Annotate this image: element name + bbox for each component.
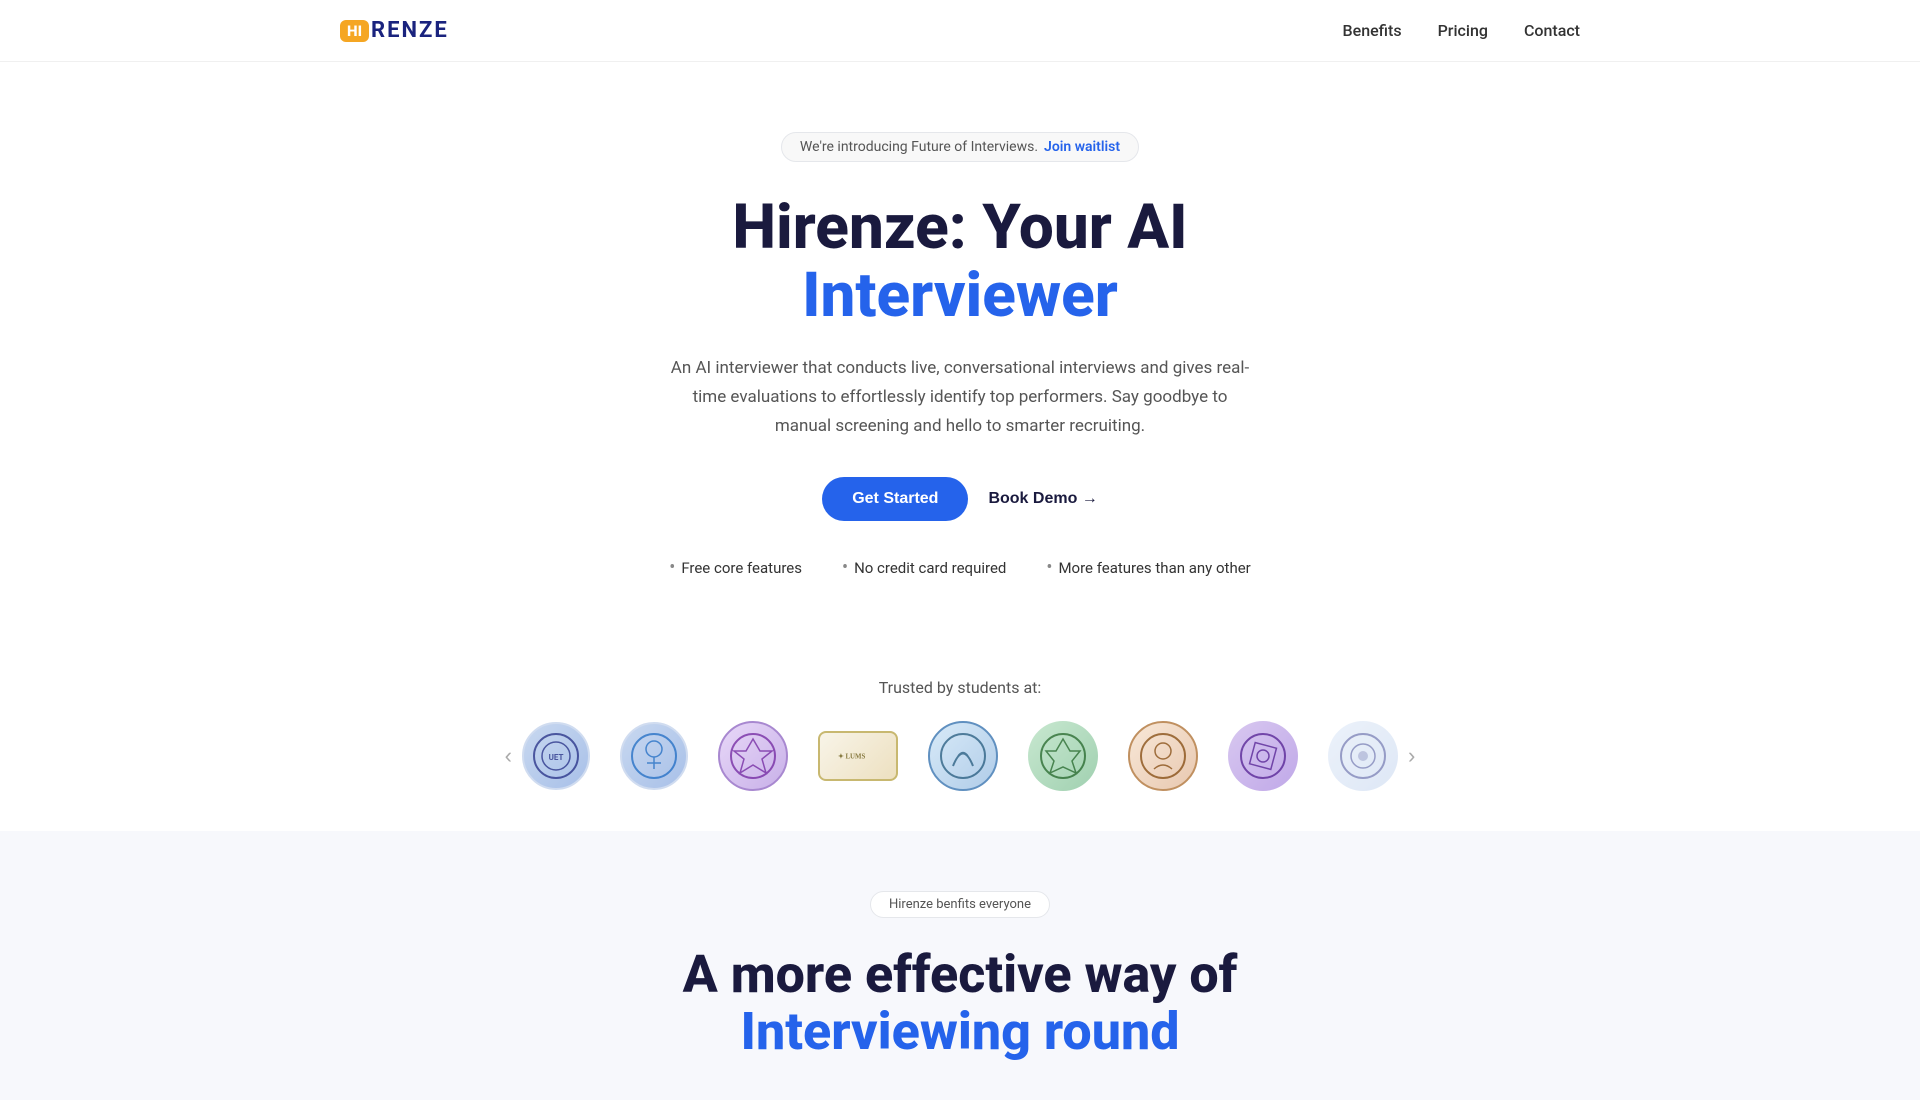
university-logo-5 xyxy=(1028,721,1098,791)
feature-more-features-text: More features than any other xyxy=(1058,559,1250,577)
navbar: HI RENZE Benefits Pricing Contact xyxy=(0,0,1920,62)
bullet-3: • xyxy=(1046,557,1052,578)
logo-renze: RENZE xyxy=(371,18,449,43)
bullet-2: • xyxy=(842,557,848,578)
hero-subtitle: An AI interviewer that conducts live, co… xyxy=(670,354,1250,441)
hero-section: We're introducing Future of Interviews. … xyxy=(0,62,1920,678)
book-demo-button[interactable]: Book Demo → xyxy=(988,490,1097,508)
nav-links: Benefits Pricing Contact xyxy=(1343,21,1580,40)
uni-emblem-6 xyxy=(1138,731,1188,781)
university-logo-0: UET xyxy=(522,722,590,790)
university-logo-2 xyxy=(718,721,788,791)
get-started-button[interactable]: Get Started xyxy=(822,477,968,521)
logo-carousel-wrapper: ‹ UET xyxy=(20,721,1900,791)
feature-more-features: • More features than any other xyxy=(1046,557,1250,578)
uni-emblem-lums: ✦ LUMS xyxy=(833,731,883,781)
svg-text:✦ LUMS: ✦ LUMS xyxy=(838,753,865,761)
announcement-badge: We're introducing Future of Interviews. … xyxy=(781,132,1139,162)
join-waitlist-link[interactable]: Join waitlist xyxy=(1044,139,1120,155)
hero-cta: Get Started Book Demo → xyxy=(822,477,1098,521)
bottom-title-line2: Interviewing round xyxy=(741,1001,1180,1062)
university-logo-lums: ✦ LUMS xyxy=(818,731,898,781)
carousel-prev-button[interactable]: ‹ xyxy=(495,743,522,769)
uni-emblem-7 xyxy=(1238,731,1288,781)
uni-emblem-1 xyxy=(629,731,679,781)
carousel-next-button[interactable]: › xyxy=(1398,743,1425,769)
feature-no-credit-card: • No credit card required xyxy=(842,557,1006,578)
trusted-label: Trusted by students at: xyxy=(20,678,1900,697)
university-logo-7 xyxy=(1228,721,1298,791)
bottom-title: A more effective way of Interviewing rou… xyxy=(20,946,1900,1060)
university-logo-4 xyxy=(928,721,998,791)
nav-contact[interactable]: Contact xyxy=(1524,21,1580,40)
uni-emblem-5 xyxy=(1038,731,1088,781)
uni-emblem-2 xyxy=(728,731,778,781)
announcement-text: We're introducing Future of Interviews. xyxy=(800,139,1038,155)
feature-free-core: • Free core features xyxy=(669,557,802,578)
svg-text:UET: UET xyxy=(549,753,564,762)
bottom-title-line1: A more effective way of xyxy=(683,944,1238,1005)
feature-free-core-text: Free core features xyxy=(681,559,802,577)
benefits-badge: Hirenze benfits everyone xyxy=(870,891,1050,918)
logo-hi: HI xyxy=(340,20,369,42)
hero-features: • Free core features • No credit card re… xyxy=(669,557,1251,578)
university-logo-1 xyxy=(620,722,688,790)
uni-emblem-4 xyxy=(938,731,988,781)
university-logo-8 xyxy=(1328,721,1398,791)
hero-title-line2: Interviewer xyxy=(802,259,1118,332)
hero-title-line1: Hirenze: Your AI xyxy=(732,191,1187,264)
nav-benefits[interactable]: Benefits xyxy=(1343,21,1402,40)
uni-emblem-8 xyxy=(1338,731,1388,781)
uni-emblem-0: UET xyxy=(531,731,581,781)
feature-no-credit-card-text: No credit card required xyxy=(854,559,1006,577)
logo[interactable]: HI RENZE xyxy=(340,18,449,43)
university-logo-6 xyxy=(1128,721,1198,791)
nav-pricing[interactable]: Pricing xyxy=(1438,21,1488,40)
bullet-1: • xyxy=(669,557,675,578)
trusted-section: Trusted by students at: ‹ UET xyxy=(0,678,1920,831)
bottom-section: Hirenze benfits everyone A more effectiv… xyxy=(0,831,1920,1100)
logo-carousel: UET ✦ LUMS xyxy=(522,721,1398,791)
hero-title: Hirenze: Your AI Interviewer xyxy=(732,194,1187,330)
